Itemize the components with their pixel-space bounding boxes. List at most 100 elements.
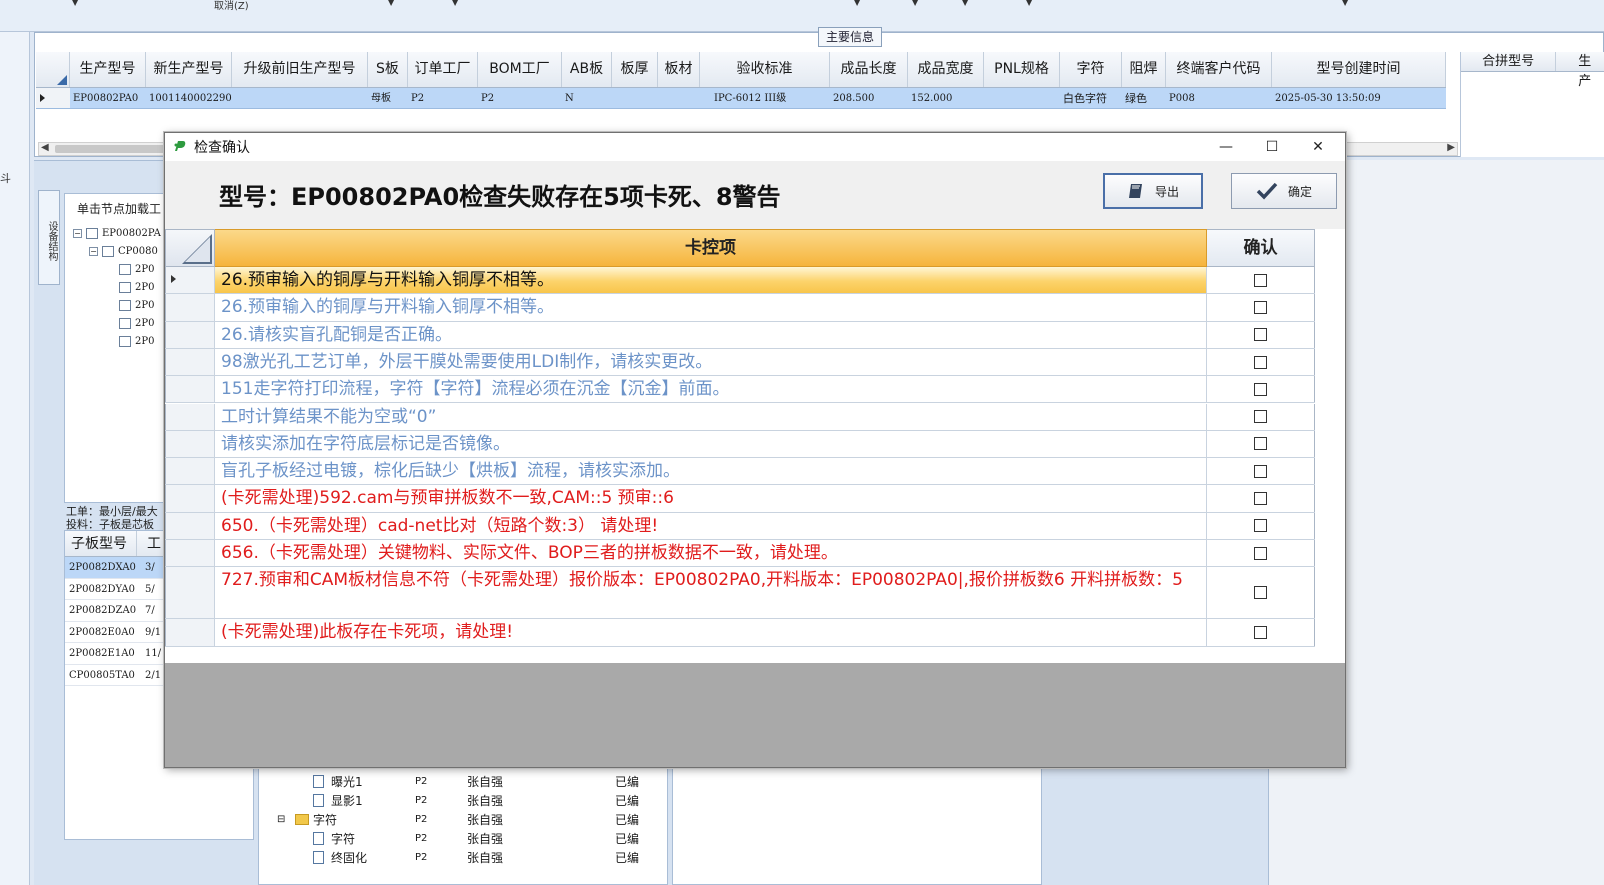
dropdown-arrow-icon[interactable]: ▼ [854, 0, 860, 7]
row-header[interactable] [165, 267, 215, 294]
grid-cell[interactable]: P2 [478, 88, 562, 108]
dialog-titlebar[interactable]: 检查确认 — ☐ ✕ [165, 133, 1345, 161]
row-header[interactable] [165, 294, 215, 321]
grid-col-header[interactable]: 合拼型号 [1461, 52, 1557, 71]
confirm-checkbox[interactable] [1254, 300, 1267, 314]
row-header[interactable] [165, 348, 215, 376]
confirm-checkbox[interactable] [1254, 586, 1267, 600]
grid-col-header[interactable]: 工 [137, 531, 167, 556]
check-item-row[interactable]: (卡死需处理)592.cam与预审拼板数不一致,CAM::5 预审::6 [165, 485, 1315, 513]
grid-cell[interactable]: N [562, 88, 612, 108]
check-item-row[interactable]: 151走字符打印流程，字符【字符】流程必须在沉金【沉金】前面。 [165, 376, 1315, 404]
process-row[interactable]: ⊟ 字符 P2 张自强 已编 [259, 811, 669, 829]
grid-col-header[interactable]: 新生产型号 [146, 52, 232, 87]
grid-cell[interactable]: 10011400022900 [146, 88, 232, 108]
row-header[interactable] [165, 376, 215, 403]
row-header[interactable] [165, 512, 215, 539]
confirm-checkbox[interactable] [1254, 355, 1267, 369]
grid-col-header[interactable]: 字符 [1060, 52, 1122, 87]
grid-col-header[interactable]: 订单工厂 [408, 52, 478, 87]
grid-col-header[interactable]: S板 [368, 52, 408, 87]
main-grid-row[interactable]: EP00802PA0 10011400022900 母板 P2 P2 N IPC… [36, 88, 1446, 109]
close-icon[interactable]: ✕ [1295, 133, 1341, 161]
col-header-confirm[interactable]: 确认 [1207, 229, 1315, 267]
row-header[interactable] [165, 567, 215, 619]
check-item-row[interactable]: 98激光孔工艺订单，外层干膜处需要使用LDI制作，请核实更改。 [165, 348, 1315, 377]
row-header[interactable] [165, 485, 215, 512]
confirm-checkbox[interactable] [1254, 410, 1267, 424]
scroll-left-icon[interactable]: ◀ [41, 142, 49, 153]
grid-col-header[interactable]: 板材 [658, 52, 700, 87]
confirm-checkbox[interactable] [1254, 519, 1267, 533]
grid-cell[interactable]: IPC-6012 III级 [700, 88, 830, 108]
grid-corner[interactable] [36, 52, 70, 87]
grid-col-header[interactable]: AB板 [562, 52, 612, 87]
grid-cell[interactable] [612, 88, 658, 108]
confirm-checkbox[interactable] [1254, 273, 1267, 287]
check-item-row[interactable]: 727.预审和CAM板材信息不符（卡死需处理）报价版本：EP00802PA0,开… [165, 567, 1315, 620]
cancel-label[interactable]: 取消(Z) [214, 0, 249, 12]
grid-cell[interactable] [232, 88, 368, 108]
dropdown-arrow-icon[interactable]: ▼ [72, 0, 78, 7]
confirm-checkbox[interactable] [1254, 492, 1267, 506]
dropdown-arrow-icon[interactable]: ▼ [452, 0, 458, 7]
confirm-checkbox[interactable] [1254, 625, 1267, 639]
confirm-checkbox[interactable] [1254, 437, 1267, 451]
check-item-row[interactable]: 656.（卡死需处理）关键物料、实际文件、BOP三者的拼板数据不一致，请处理。 [165, 540, 1315, 568]
row-header[interactable] [165, 619, 215, 646]
check-item-row[interactable]: 26.预审输入的铜厚与开料输入铜厚不相等。 [165, 294, 1315, 322]
tree-node[interactable]: 2P0 [119, 282, 154, 293]
grid-col-header[interactable]: BOM工厂 [478, 52, 562, 87]
tree-node[interactable]: 2P0 [119, 318, 154, 329]
row-header[interactable] [165, 430, 215, 458]
check-item-row[interactable]: 650.（卡死需处理）cad-net比对（短路个数:3） 请处理! [165, 512, 1315, 540]
grid-col-header[interactable]: 成品长度 [830, 52, 908, 87]
confirm-checkbox[interactable] [1254, 382, 1267, 396]
grid-cell[interactable]: 母板 [368, 88, 408, 108]
check-item-row[interactable]: 盲孔子板经过电镀，棕化后缺少【烘板】流程，请核实添加。 [165, 458, 1315, 486]
grid-col-header[interactable]: 生产 [1556, 52, 1604, 89]
scroll-thumb[interactable] [55, 145, 175, 153]
process-row[interactable]: 曝光1 P2 张自强 已编 [259, 773, 669, 791]
grid-cell[interactable]: 208.500 [830, 88, 908, 108]
grid-col-header[interactable]: 验收标准 [700, 52, 830, 87]
confirm-button[interactable]: 确定 [1231, 173, 1337, 209]
row-header[interactable] [165, 321, 215, 348]
grid-cell[interactable]: EP00802PA0 [70, 88, 146, 108]
grid-cell[interactable]: 绿色 [1122, 88, 1166, 108]
grid-col-header[interactable]: 型号创建时间 [1272, 52, 1446, 87]
grid-col-header[interactable]: PNL规格 [984, 52, 1060, 87]
export-button[interactable]: 导出 [1103, 173, 1203, 209]
grid-cell[interactable]: 152.000 [908, 88, 984, 108]
check-item-row[interactable]: (卡死需处理)此板存在卡死项，请处理! [165, 619, 1315, 647]
dropdown-arrow-icon[interactable]: ▼ [912, 0, 918, 7]
grid-cell[interactable]: 2025-05-30 13:50:09 [1272, 88, 1446, 108]
confirm-checkbox[interactable] [1254, 464, 1267, 478]
tree-node[interactable]: 2P0 [119, 300, 154, 311]
grid-col-header[interactable]: 子板型号 [65, 531, 137, 556]
dropdown-arrow-icon[interactable]: ▼ [1026, 0, 1032, 7]
minimize-icon[interactable]: — [1203, 133, 1249, 161]
grid-cell[interactable] [984, 88, 1060, 108]
check-item-row[interactable]: 26.请核实盲孔配铜是否正确。 [165, 321, 1315, 349]
process-row[interactable]: 字符 P2 张自强 已编 [259, 830, 669, 848]
check-item-row[interactable]: 请核实添加在字符底层标记是否镜像。 [165, 430, 1315, 459]
grid-cell[interactable]: P2 [408, 88, 478, 108]
process-row[interactable]: 显影1 P2 张自强 已编 [259, 792, 669, 810]
tab-device-structure[interactable]: 设备结构 [38, 190, 60, 285]
col-header-item[interactable]: 卡控项 [215, 229, 1207, 267]
tree-node[interactable]: − EP00802PA [73, 228, 161, 239]
maximize-icon[interactable]: ☐ [1249, 133, 1295, 161]
grid-cell[interactable]: P008 [1166, 88, 1272, 108]
grid-col-header[interactable]: 升级前旧生产型号 [232, 52, 368, 87]
grid-col-header[interactable]: 阻焊 [1122, 52, 1166, 87]
confirm-checkbox[interactable] [1254, 546, 1267, 560]
tree-node[interactable]: 2P0 [119, 336, 154, 347]
grid-col-header[interactable]: 终端客户代码 [1166, 52, 1272, 87]
dropdown-arrow-icon[interactable]: ▼ [1342, 0, 1348, 7]
scroll-right-icon[interactable]: ▶ [1447, 142, 1455, 153]
dropdown-arrow-icon[interactable]: ▼ [962, 0, 968, 7]
check-item-row[interactable]: 工时计算结果不能为空或“0” [165, 403, 1315, 431]
select-all-corner[interactable] [165, 229, 215, 267]
row-header[interactable] [165, 458, 215, 485]
